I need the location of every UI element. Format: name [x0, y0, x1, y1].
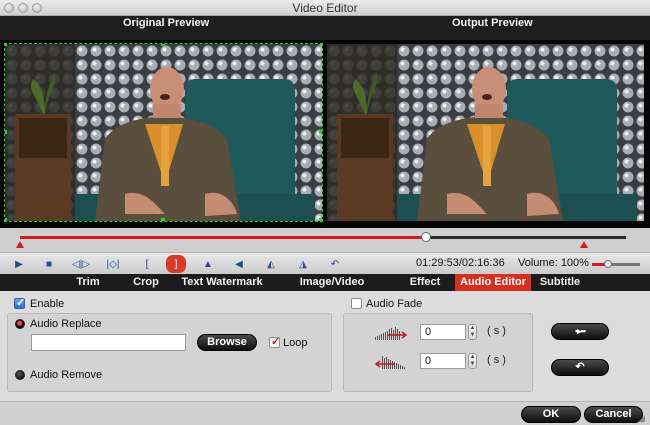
- audio-remove-radio[interactable]: [15, 370, 25, 380]
- playback-toolbar: ▶ ■ ◁|▷ |◇| [ ] ▲ ◀ ◭ ◮ ↶ 01:29:53/02:16…: [0, 252, 650, 274]
- original-video-frame: [5, 44, 322, 221]
- audio-replace-group: Audio Replace Browse ✓ Loop Audio Remove: [7, 313, 332, 392]
- flip-horizontal-icon[interactable]: ▲: [199, 256, 217, 272]
- next-frame-icon[interactable]: |◇|: [104, 256, 122, 272]
- mark-in-icon[interactable]: [: [138, 256, 156, 272]
- timeline-playhead[interactable]: [421, 232, 432, 242]
- original-preview-label: Original Preview: [123, 17, 210, 29]
- tab-image-video-watermark[interactable]: Image/Video Watermark: [270, 274, 394, 305]
- volume-label: Volume: 100%: [518, 257, 589, 269]
- fade-out-icon: [374, 356, 405, 369]
- enable-label: Enable: [30, 298, 65, 310]
- crop-handle[interactable]: [161, 218, 165, 221]
- tab-trim[interactable]: Trim: [60, 274, 116, 291]
- loop-label: Loop: [283, 337, 308, 349]
- fade-in-icon: [375, 327, 408, 340]
- title-bar: Video Editor: [0, 0, 650, 16]
- flip-left-icon[interactable]: ◀: [230, 256, 248, 272]
- tab-crop[interactable]: Crop: [124, 274, 168, 291]
- fade-in-stepper[interactable]: ▲ ▼: [468, 324, 477, 340]
- play-icon[interactable]: ▶: [10, 256, 28, 272]
- video-editor-window: Video Editor Original Preview Output Pre…: [0, 0, 650, 425]
- crop-handle[interactable]: [5, 218, 7, 221]
- crop-handle[interactable]: [161, 44, 165, 46]
- tab-subtitle[interactable]: Subtitle: [534, 274, 586, 291]
- volume-knob[interactable]: [603, 260, 612, 268]
- trim-end-marker[interactable]: [580, 241, 588, 248]
- rotate-right-icon[interactable]: ◮: [294, 256, 312, 272]
- cancel-button[interactable]: Cancel: [584, 406, 643, 423]
- timecode-display: 01:29:53/02:16:36: [416, 257, 505, 269]
- apply-to-all-button[interactable]: ▪▸▪▪: [551, 323, 609, 340]
- audio-fade-label: Audio Fade: [366, 298, 423, 310]
- audio-editor-panel: ✓ Enable Audio Replace Browse ✓ Loop Aud…: [0, 291, 650, 401]
- reset-button[interactable]: ↶: [551, 359, 609, 376]
- volume-value: 100%: [560, 257, 589, 269]
- output-video-frame: [327, 44, 644, 221]
- fade-out-stepper[interactable]: ▲ ▼: [468, 353, 477, 369]
- output-preview-label: Output Preview: [452, 17, 533, 29]
- fade-out-input[interactable]: 0: [420, 353, 466, 369]
- crop-handle[interactable]: [319, 218, 322, 221]
- preview-header: Original Preview Output Preview: [0, 16, 650, 40]
- rotate-left-icon[interactable]: ◭: [262, 256, 280, 272]
- mark-out-icon[interactable]: ]: [166, 255, 186, 273]
- stop-icon[interactable]: ■: [40, 256, 58, 272]
- resize-grip-icon[interactable]: ◢: [638, 413, 648, 423]
- tab-text-watermark[interactable]: Text Watermark: [176, 274, 268, 291]
- trim-start-marker[interactable]: [16, 241, 24, 248]
- timeline-area: [0, 228, 650, 252]
- fade-in-input[interactable]: 0: [420, 324, 466, 340]
- output-preview-frame: [327, 44, 644, 221]
- tab-audio-editor[interactable]: Audio Editor: [455, 274, 531, 291]
- prev-frame-icon[interactable]: ◁|▷: [72, 256, 90, 272]
- crop-handle[interactable]: [319, 44, 322, 46]
- crop-handle[interactable]: [5, 44, 7, 46]
- audio-fade-checkbox[interactable]: [351, 298, 362, 309]
- loop-checkbox[interactable]: ✓: [269, 336, 280, 348]
- audio-replace-radio[interactable]: [15, 319, 25, 329]
- crop-handle[interactable]: [5, 130, 7, 134]
- reset-icon: ↶: [575, 361, 585, 373]
- editor-tabs: Trim Crop Text Watermark Image/Video Wat…: [0, 274, 650, 305]
- original-preview-frame[interactable]: [4, 43, 323, 222]
- timeline-progress: [20, 236, 427, 239]
- timeline-track[interactable]: [20, 232, 626, 242]
- enable-checkbox[interactable]: ✓: [14, 297, 25, 309]
- undo-icon[interactable]: ↶: [326, 256, 344, 272]
- apply-to-all-icon: ▪▸▪▪: [574, 326, 586, 336]
- audio-remove-label: Audio Remove: [30, 369, 103, 381]
- dialog-footer: OK Cancel ◢: [0, 401, 650, 425]
- tab-effect[interactable]: Effect: [400, 274, 450, 291]
- browse-button[interactable]: Browse: [197, 334, 257, 351]
- volume-slider[interactable]: [592, 260, 640, 268]
- crop-handle[interactable]: [319, 130, 322, 134]
- window-title: Video Editor: [292, 1, 358, 15]
- fade-out-unit: ( s ): [487, 354, 506, 366]
- fade-in-unit: ( s ): [487, 325, 506, 337]
- ok-button[interactable]: OK: [521, 406, 581, 423]
- audio-fade-group: 0 ▲ ▼ ( s ) 0 ▲ ▼ ( s ): [343, 313, 533, 392]
- audio-replace-label: Audio Replace: [30, 318, 102, 330]
- audio-replace-path-field[interactable]: [31, 334, 186, 351]
